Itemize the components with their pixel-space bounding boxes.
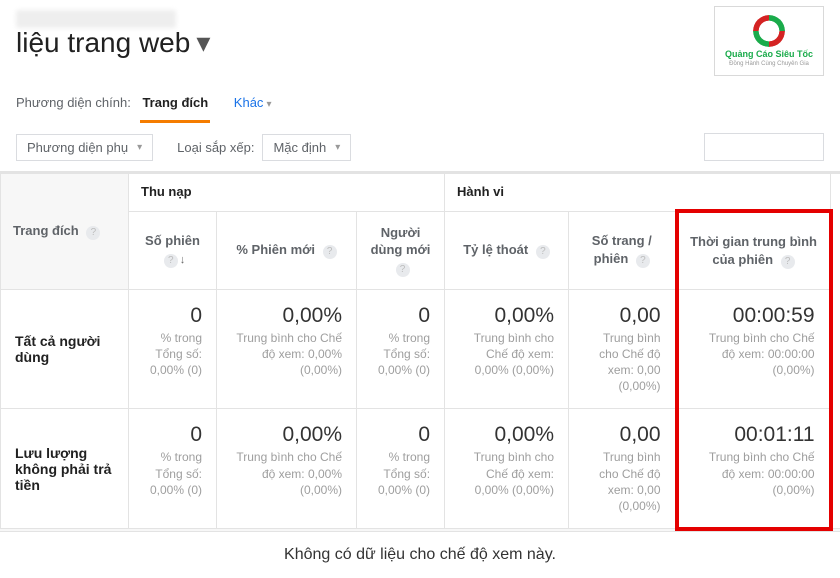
- col-new-sessions[interactable]: % Phiên mới ?: [217, 211, 357, 289]
- no-data-message: Không có dữ liệu cho chế độ xem này.: [0, 531, 840, 578]
- logo-swirl-icon: [753, 15, 785, 47]
- chevron-down-icon: ▾: [266, 99, 271, 110]
- logo-subtext: Đồng Hành Cùng Chuyên Gia: [729, 61, 809, 67]
- help-icon[interactable]: ?: [164, 254, 178, 268]
- cell-sessions: 0% trong Tổng số: 0,00% (0): [129, 409, 217, 529]
- col-sessions[interactable]: Số phiên?↓: [129, 211, 217, 289]
- cell-new-users: 0% trong Tổng số: 0,00% (0): [357, 289, 445, 409]
- help-icon[interactable]: ?: [396, 263, 410, 277]
- sort-label: Loại sắp xếp:: [177, 140, 254, 155]
- tab-landing-page[interactable]: Trang đích: [140, 91, 210, 123]
- row-label-all-users: Tất cả người dùng: [1, 289, 129, 409]
- secondary-dimension-label: Phương diện phụ: [27, 140, 128, 155]
- cell-avg-time: 00:01:11Trung bình cho Chế độ xem: 00:00…: [677, 409, 831, 529]
- logo-text: Quảng Cáo Siêu Tốc: [725, 49, 813, 59]
- help-icon[interactable]: ?: [636, 254, 650, 268]
- sort-select[interactable]: Mặc định ▾: [262, 134, 351, 161]
- cell-bounce: 0,00%Trung bình cho Chế độ xem: 0,00% (0…: [445, 409, 569, 529]
- col-group-behavior: Hành vi: [445, 174, 831, 212]
- col-bounce-rate[interactable]: Tỷ lệ thoát ?: [445, 211, 569, 289]
- secondary-dimension-select[interactable]: Phương diện phụ ▾: [16, 134, 153, 161]
- breadcrumb-blurred: [16, 10, 176, 28]
- help-icon[interactable]: ?: [536, 245, 550, 259]
- col-group-cutoff: [831, 174, 840, 529]
- cell-new-sessions: 0,00%Trung bình cho Chế độ xem: 0,00% (0…: [217, 409, 357, 529]
- cell-new-users: 0% trong Tổng số: 0,00% (0): [357, 409, 445, 529]
- cell-bounce: 0,00%Trung bình cho Chế độ xem: 0,00% (0…: [445, 289, 569, 409]
- col-dimension[interactable]: Trang đích ?: [1, 174, 129, 290]
- col-new-users[interactable]: Người dùng mới ?: [357, 211, 445, 289]
- page-title: liệu trang web: [16, 27, 190, 59]
- sort-value: Mặc định: [273, 140, 326, 155]
- table-row: Tất cả người dùng 0% trong Tổng số: 0,00…: [1, 289, 840, 409]
- chevron-down-icon: ▾: [335, 142, 340, 153]
- chevron-down-icon: ▾: [137, 142, 142, 153]
- help-icon[interactable]: ?: [781, 255, 795, 269]
- data-table: Trang đích ? Thu nạp Hành vi Số phiên?↓ …: [0, 172, 840, 531]
- search-input[interactable]: [704, 133, 824, 161]
- tab-other[interactable]: Khác▾: [232, 91, 274, 120]
- tab-other-label: Khác: [234, 95, 264, 110]
- sort-desc-icon: ↓: [180, 254, 186, 266]
- cell-avg-time: 00:00:59Trung bình cho Chế độ xem: 00:00…: [677, 289, 831, 409]
- col-avg-session-duration[interactable]: Thời gian trung bình của phiên ?: [677, 211, 831, 289]
- cell-sessions: 0% trong Tổng số: 0,00% (0): [129, 289, 217, 409]
- col-pages-per-session[interactable]: Số trang / phiên ?: [569, 211, 677, 289]
- primary-dimension-label: Phương diện chính:: [16, 95, 131, 110]
- brand-logo: Quảng Cáo Siêu Tốc Đồng Hành Cùng Chuyên…: [714, 6, 824, 76]
- cell-pages-per: 0,00Trung bình cho Chế độ xem: 0,00 (0,0…: [569, 289, 677, 409]
- row-label-organic: Lưu lượng không phải trả tiền: [1, 409, 129, 529]
- chevron-down-icon[interactable]: ▾: [196, 26, 210, 59]
- col-group-acquisition: Thu nạp: [129, 174, 445, 212]
- cell-pages-per: 0,00Trung bình cho Chế độ xem: 0,00 (0,0…: [569, 409, 677, 529]
- table-row: Lưu lượng không phải trả tiền 0% trong T…: [1, 409, 840, 529]
- help-icon[interactable]: ?: [323, 245, 337, 259]
- cell-new-sessions: 0,00%Trung bình cho Chế độ xem: 0,00% (0…: [217, 289, 357, 409]
- help-icon[interactable]: ?: [86, 226, 100, 240]
